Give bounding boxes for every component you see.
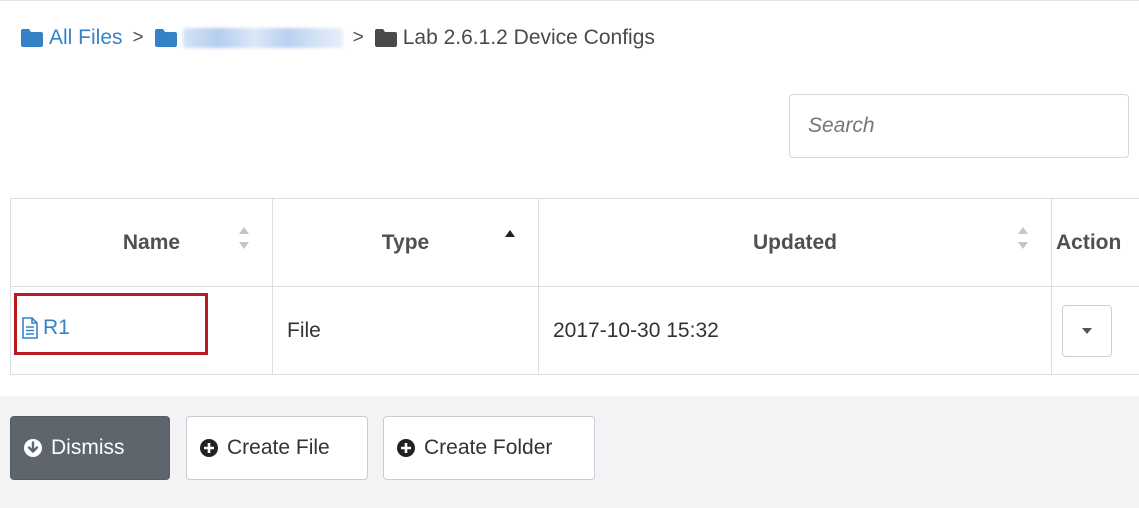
column-header-action: Action [1051, 198, 1139, 287]
column-header-name[interactable]: Name [10, 198, 273, 287]
cell-name: R1 [10, 286, 273, 375]
circle-arrow-down-icon [23, 438, 43, 458]
cell-updated: 2017-10-30 15:32 [538, 286, 1052, 375]
column-header-label: Type [381, 230, 430, 254]
sort-both-icon [239, 227, 249, 249]
column-header-label: Action [1056, 230, 1122, 254]
breadcrumb-link-all-files[interactable]: All Files [49, 26, 123, 50]
breadcrumb-separator: > [132, 27, 144, 48]
file-link-r1[interactable]: R1 [21, 316, 70, 340]
row-action-dropdown-button[interactable] [1062, 304, 1112, 357]
folder-icon [20, 28, 44, 48]
column-header-label: Name [122, 230, 181, 254]
column-header-updated[interactable]: Updated [538, 198, 1052, 287]
create-folder-button[interactable]: Create Folder [383, 416, 595, 480]
column-header-label: Updated [753, 230, 837, 254]
sort-both-icon [1018, 227, 1028, 249]
breadcrumb-separator: > [352, 27, 364, 48]
file-browser-panel: All Files > > Lab 2.6.1.2 Device Configs… [0, 0, 1139, 396]
create-file-button-label: Create File [227, 436, 330, 459]
column-header-type[interactable]: Type [272, 198, 539, 287]
create-file-button[interactable]: Create File [186, 416, 368, 480]
plus-circle-icon [199, 438, 219, 458]
table-row: R1 File 2017-10-30 15:32 [10, 286, 1139, 375]
breadcrumb-item-current: Lab 2.6.1.2 Device Configs [374, 26, 655, 50]
files-table: Name Type Updated Action R1 File 2017-10… [10, 198, 1139, 375]
file-name: R1 [43, 316, 70, 339]
cell-action [1051, 286, 1139, 375]
breadcrumb-item-parent-folder[interactable] [154, 28, 343, 48]
dismiss-button[interactable]: Dismiss [10, 416, 170, 480]
caret-down-icon [1082, 327, 1092, 334]
breadcrumb: All Files > > Lab 2.6.1.2 Device Configs [20, 24, 655, 52]
cell-type: File [272, 286, 539, 375]
table-header-row: Name Type Updated Action [10, 198, 1139, 287]
sort-asc-icon [505, 230, 515, 237]
dismiss-button-label: Dismiss [51, 436, 125, 459]
file-text-icon [22, 317, 38, 339]
search-input[interactable] [789, 94, 1129, 158]
breadcrumb-item-all-files[interactable]: All Files [20, 26, 123, 50]
folder-icon [374, 28, 398, 48]
breadcrumb-obscured-folder-name[interactable] [182, 28, 343, 48]
plus-circle-icon [396, 438, 416, 458]
folder-icon [154, 28, 178, 48]
create-folder-button-label: Create Folder [424, 436, 553, 459]
breadcrumb-current-folder: Lab 2.6.1.2 Device Configs [402, 26, 655, 49]
